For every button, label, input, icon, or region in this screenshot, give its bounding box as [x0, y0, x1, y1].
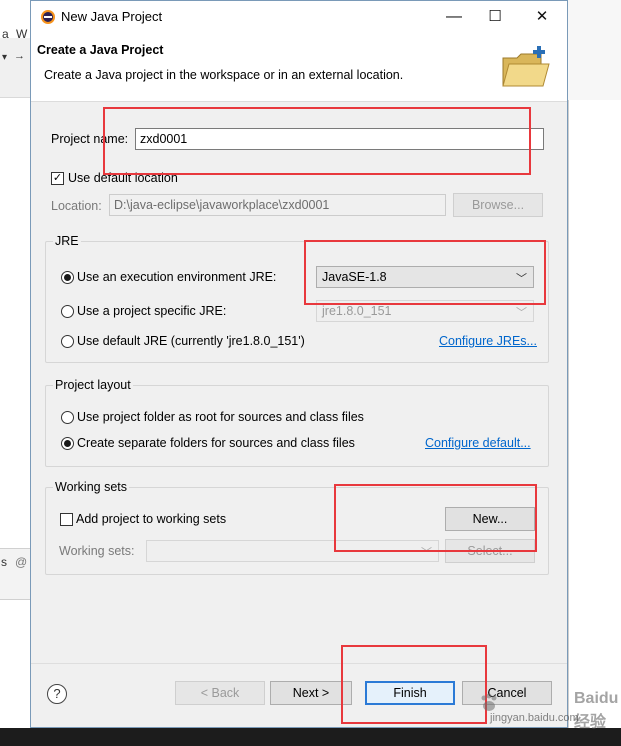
watermark-brand: Baidu经验: [574, 690, 619, 731]
browse-button[interactable]: Browse...: [453, 193, 543, 217]
background-editor-right: [568, 0, 621, 100]
exec-env-radio[interactable]: [61, 271, 74, 284]
new-project-folder-icon: [502, 46, 550, 87]
root-folder-label: Use project folder as root for sources a…: [77, 410, 364, 424]
exec-env-label: Use an execution environment JRE:: [77, 270, 277, 284]
background-arrow-icon: →: [14, 50, 25, 62]
working-sets-select[interactable]: ﹀: [146, 540, 439, 562]
help-icon[interactable]: ?: [47, 684, 67, 704]
maximize-button[interactable]: ☐: [472, 1, 518, 32]
working-sets-field-label: Working sets:: [59, 544, 135, 558]
project-layout-group: [45, 385, 549, 467]
back-button[interactable]: < Back: [175, 681, 265, 705]
select-working-sets-button[interactable]: Select...: [445, 539, 535, 563]
background-tab-fragment: s: [1, 555, 7, 569]
close-button[interactable]: ✕: [519, 1, 565, 32]
configure-jres-link[interactable]: Configure JREs...: [439, 334, 537, 348]
wizard-header: Create a Java Project Create a Java proj…: [31, 32, 567, 102]
separate-folders-label: Create separate folders for sources and …: [77, 436, 355, 450]
root-folder-radio[interactable]: [61, 411, 74, 424]
use-default-location-label: Use default location: [68, 171, 178, 185]
add-to-working-sets-checkbox[interactable]: [60, 513, 73, 526]
exec-env-value: JavaSE-1.8: [322, 270, 387, 284]
background-menu-fragment: a: [2, 27, 9, 41]
project-specific-radio[interactable]: [61, 305, 74, 318]
background-tab-fragment: @: [15, 555, 28, 569]
separate-folders-radio[interactable]: [61, 437, 74, 450]
background-editor-right-lower: [568, 100, 621, 728]
project-name-label: Project name:: [51, 132, 129, 146]
default-jre-label: Use default JRE (currently 'jre1.8.0_151…: [77, 334, 305, 348]
background-toolbar: [0, 38, 30, 98]
baidu-paw-icon: [481, 693, 497, 711]
chevron-down-icon: ﹀: [421, 547, 432, 559]
title-bar[interactable]: New Java Project — ☐ ✕: [31, 1, 567, 32]
wizard-title: Create a Java Project: [37, 43, 164, 57]
working-sets-label: Working sets: [53, 480, 130, 494]
default-jre-radio[interactable]: [61, 335, 74, 348]
project-name-input[interactable]: zxd0001: [135, 128, 544, 150]
finish-button[interactable]: Finish: [365, 681, 455, 705]
minimize-button[interactable]: —: [431, 1, 477, 32]
project-layout-label: Project layout: [53, 378, 133, 392]
location-label: Location:: [51, 199, 102, 213]
baidu-watermark: Baidu经验 jingyan.baidu.com: [478, 690, 618, 731]
use-default-location-checkbox[interactable]: ✓: [51, 172, 64, 185]
background-editor-left: [0, 0, 30, 746]
watermark-site: jingyan.baidu.com: [490, 712, 579, 724]
new-java-project-dialog: New Java Project — ☐ ✕ Create a Java Pro…: [30, 0, 568, 728]
next-button[interactable]: Next >: [270, 681, 352, 705]
location-input[interactable]: D:\java-eclipse\javaworkplace\zxd0001: [109, 194, 446, 216]
window-title: New Java Project: [61, 9, 163, 24]
exec-env-select[interactable]: JavaSE-1.8 ﹀: [316, 266, 534, 288]
chevron-down-icon: ﹀: [516, 273, 527, 285]
add-to-working-sets-label: Add project to working sets: [76, 512, 227, 526]
new-working-set-button[interactable]: New...: [445, 507, 535, 531]
chevron-down-icon: ﹀: [516, 307, 527, 319]
wizard-description: Create a Java project in the workspace o…: [44, 68, 404, 82]
project-specific-select[interactable]: jre1.8.0_151 ﹀: [316, 300, 534, 322]
eclipse-icon: [41, 10, 55, 24]
project-specific-label: Use a project specific JRE:: [77, 304, 227, 318]
background-dropdown-icon: ▾: [2, 52, 8, 63]
configure-default-link[interactable]: Configure default...: [425, 436, 531, 450]
jre-group-label: JRE: [53, 234, 81, 248]
project-specific-value: jre1.8.0_151: [322, 304, 392, 318]
background-menu-fragment: W: [16, 27, 28, 41]
background-taskbar: [0, 728, 621, 746]
